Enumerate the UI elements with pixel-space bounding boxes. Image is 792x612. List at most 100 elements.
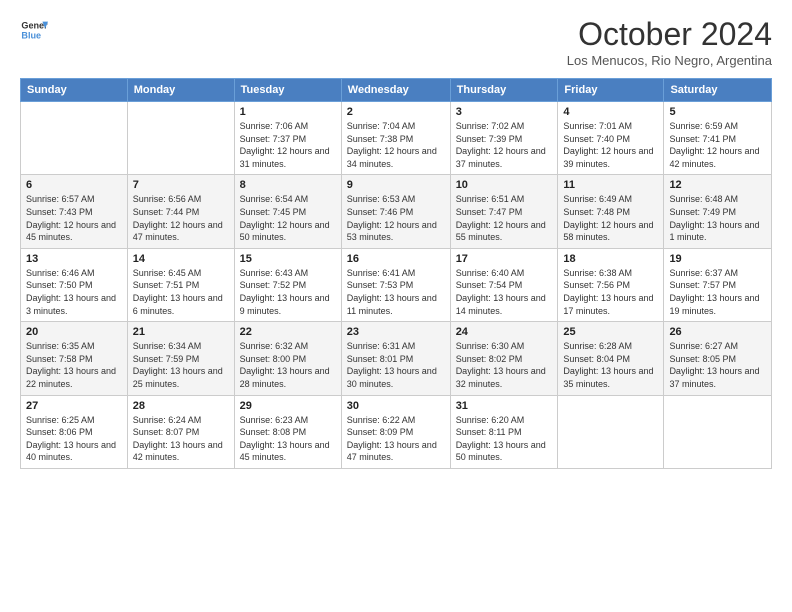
calendar-cell: 1 Sunrise: 7:06 AMSunset: 7:37 PMDaylight… — [234, 102, 341, 175]
calendar-cell: 4 Sunrise: 7:01 AMSunset: 7:40 PMDaylight… — [558, 102, 664, 175]
day-number: 30 — [347, 400, 445, 412]
calendar-cell: 12 Sunrise: 6:48 AMSunset: 7:49 PMDayligh… — [664, 175, 772, 248]
calendar-cell: 16Sunrise: 6:41 AMSunset: 7:53 PMDayligh… — [341, 248, 450, 321]
day-info: Sunrise: 6:24 AMSunset: 8:07 PMDaylight:… — [133, 414, 229, 464]
day-number: 7 — [133, 179, 229, 191]
weekday-header-cell: Wednesday — [341, 79, 450, 102]
day-number: 8 — [240, 179, 336, 191]
weekday-header-cell: Monday — [127, 79, 234, 102]
logo: General Blue — [20, 16, 48, 44]
day-number: 5 — [669, 106, 766, 118]
calendar-cell: 26 Sunrise: 6:27 AMSunset: 8:05 PMDayligh… — [664, 322, 772, 395]
day-info: Sunrise: 6:38 AMSunset: 7:56 PMDaylight:… — [563, 267, 658, 317]
calendar-cell: 14 Sunrise: 6:45 AMSunset: 7:51 PMDayligh… — [127, 248, 234, 321]
day-info: Sunrise: 6:20 AMSunset: 8:11 PMDaylight:… — [456, 414, 553, 464]
calendar-cell: 10 Sunrise: 6:51 AMSunset: 7:47 PMDayligh… — [450, 175, 558, 248]
day-info: Sunrise: 6:57 AMSunset: 7:43 PMDaylight:… — [26, 193, 122, 243]
day-info: Sunrise: 6:43 AMSunset: 7:52 PMDaylight:… — [240, 267, 336, 317]
calendar-cell: 24Sunrise: 6:30 AMSunset: 8:02 PMDayligh… — [450, 322, 558, 395]
day-number: 17 — [456, 253, 553, 265]
calendar-cell — [664, 395, 772, 468]
day-number: 12 — [669, 179, 766, 191]
day-number: 18 — [563, 253, 658, 265]
title-block: October 2024 Los Menucos, Rio Negro, Arg… — [567, 16, 772, 68]
day-info: Sunrise: 7:06 AMSunset: 7:37 PMDaylight:… — [240, 120, 336, 170]
calendar-cell: 5 Sunrise: 6:59 AMSunset: 7:41 PMDaylight… — [664, 102, 772, 175]
calendar-cell — [21, 102, 128, 175]
day-info: Sunrise: 6:54 AMSunset: 7:45 PMDaylight:… — [240, 193, 336, 243]
day-info: Sunrise: 6:59 AMSunset: 7:41 PMDaylight:… — [669, 120, 766, 170]
day-info: Sunrise: 6:28 AMSunset: 8:04 PMDaylight:… — [563, 340, 658, 390]
day-info: Sunrise: 6:56 AMSunset: 7:44 PMDaylight:… — [133, 193, 229, 243]
day-number: 10 — [456, 179, 553, 191]
day-info: Sunrise: 6:25 AMSunset: 8:06 PMDaylight:… — [26, 414, 122, 464]
day-number: 26 — [669, 326, 766, 338]
day-number: 22 — [240, 326, 336, 338]
day-number: 14 — [133, 253, 229, 265]
day-number: 21 — [133, 326, 229, 338]
day-number: 28 — [133, 400, 229, 412]
calendar-cell: 15 Sunrise: 6:43 AMSunset: 7:52 PMDayligh… — [234, 248, 341, 321]
day-info: Sunrise: 6:45 AMSunset: 7:51 PMDaylight:… — [133, 267, 229, 317]
day-number: 20 — [26, 326, 122, 338]
calendar-cell: 22Sunrise: 6:32 AMSunset: 8:00 PMDayligh… — [234, 322, 341, 395]
day-info: Sunrise: 6:23 AMSunset: 8:08 PMDaylight:… — [240, 414, 336, 464]
day-number: 3 — [456, 106, 553, 118]
day-number: 27 — [26, 400, 122, 412]
calendar-cell — [558, 395, 664, 468]
calendar-cell: 29 Sunrise: 6:23 AMSunset: 8:08 PMDayligh… — [234, 395, 341, 468]
day-number: 4 — [563, 106, 658, 118]
calendar-cell: 18 Sunrise: 6:38 AMSunset: 7:56 PMDayligh… — [558, 248, 664, 321]
svg-text:Blue: Blue — [21, 30, 41, 40]
month-title: October 2024 — [567, 16, 772, 53]
day-number: 19 — [669, 253, 766, 265]
day-number: 29 — [240, 400, 336, 412]
day-info: Sunrise: 6:53 AMSunset: 7:46 PMDaylight:… — [347, 193, 445, 243]
day-number: 24 — [456, 326, 553, 338]
calendar-cell: 25 Sunrise: 6:28 AMSunset: 8:04 PMDayligh… — [558, 322, 664, 395]
calendar-cell: 17 Sunrise: 6:40 AMSunset: 7:54 PMDayligh… — [450, 248, 558, 321]
day-info: Sunrise: 6:34 AMSunset: 7:59 PMDaylight:… — [133, 340, 229, 390]
weekday-header-cell: Tuesday — [234, 79, 341, 102]
day-info: Sunrise: 6:37 AMSunset: 7:57 PMDaylight:… — [669, 267, 766, 317]
day-info: Sunrise: 7:04 AMSunset: 7:38 PMDaylight:… — [347, 120, 445, 170]
header: General Blue October 2024 Los Menucos, R… — [20, 16, 772, 68]
weekday-header-cell: Sunday — [21, 79, 128, 102]
subtitle: Los Menucos, Rio Negro, Argentina — [567, 53, 772, 68]
calendar-cell: 19 Sunrise: 6:37 AMSunset: 7:57 PMDayligh… — [664, 248, 772, 321]
calendar-cell: 21 Sunrise: 6:34 AMSunset: 7:59 PMDayligh… — [127, 322, 234, 395]
day-number: 1 — [240, 106, 336, 118]
calendar-cell: 31Sunrise: 6:20 AMSunset: 8:11 PMDayligh… — [450, 395, 558, 468]
calendar-cell: 2Sunrise: 7:04 AMSunset: 7:38 PMDaylight… — [341, 102, 450, 175]
day-number: 13 — [26, 253, 122, 265]
day-number: 23 — [347, 326, 445, 338]
calendar-table: SundayMondayTuesdayWednesdayThursdayFrid… — [20, 78, 772, 469]
logo-icon: General Blue — [20, 16, 48, 44]
day-info: Sunrise: 6:27 AMSunset: 8:05 PMDaylight:… — [669, 340, 766, 390]
day-info: Sunrise: 6:31 AMSunset: 8:01 PMDaylight:… — [347, 340, 445, 390]
calendar-cell: 3Sunrise: 7:02 AMSunset: 7:39 PMDaylight… — [450, 102, 558, 175]
day-number: 9 — [347, 179, 445, 191]
calendar-cell: 30 Sunrise: 6:22 AMSunset: 8:09 PMDayligh… — [341, 395, 450, 468]
day-info: Sunrise: 6:48 AMSunset: 7:49 PMDaylight:… — [669, 193, 766, 243]
weekday-header-cell: Saturday — [664, 79, 772, 102]
day-info: Sunrise: 6:22 AMSunset: 8:09 PMDaylight:… — [347, 414, 445, 464]
day-number: 16 — [347, 253, 445, 265]
day-number: 15 — [240, 253, 336, 265]
day-number: 6 — [26, 179, 122, 191]
weekday-header-cell: Thursday — [450, 79, 558, 102]
weekday-header-cell: Friday — [558, 79, 664, 102]
day-info: Sunrise: 7:01 AMSunset: 7:40 PMDaylight:… — [563, 120, 658, 170]
calendar-cell: 23 Sunrise: 6:31 AMSunset: 8:01 PMDayligh… — [341, 322, 450, 395]
calendar-cell: 13 Sunrise: 6:46 AMSunset: 7:50 PMDayligh… — [21, 248, 128, 321]
day-info: Sunrise: 6:49 AMSunset: 7:48 PMDaylight:… — [563, 193, 658, 243]
calendar-cell: 28 Sunrise: 6:24 AMSunset: 8:07 PMDayligh… — [127, 395, 234, 468]
calendar-cell: 11Sunrise: 6:49 AMSunset: 7:48 PMDayligh… — [558, 175, 664, 248]
day-info: Sunrise: 6:35 AMSunset: 7:58 PMDaylight:… — [26, 340, 122, 390]
calendar-cell: 20 Sunrise: 6:35 AMSunset: 7:58 PMDayligh… — [21, 322, 128, 395]
day-number: 25 — [563, 326, 658, 338]
day-info: Sunrise: 6:51 AMSunset: 7:47 PMDaylight:… — [456, 193, 553, 243]
calendar-cell: 7 Sunrise: 6:56 AMSunset: 7:44 PMDaylight… — [127, 175, 234, 248]
day-info: Sunrise: 6:46 AMSunset: 7:50 PMDaylight:… — [26, 267, 122, 317]
day-info: Sunrise: 6:40 AMSunset: 7:54 PMDaylight:… — [456, 267, 553, 317]
